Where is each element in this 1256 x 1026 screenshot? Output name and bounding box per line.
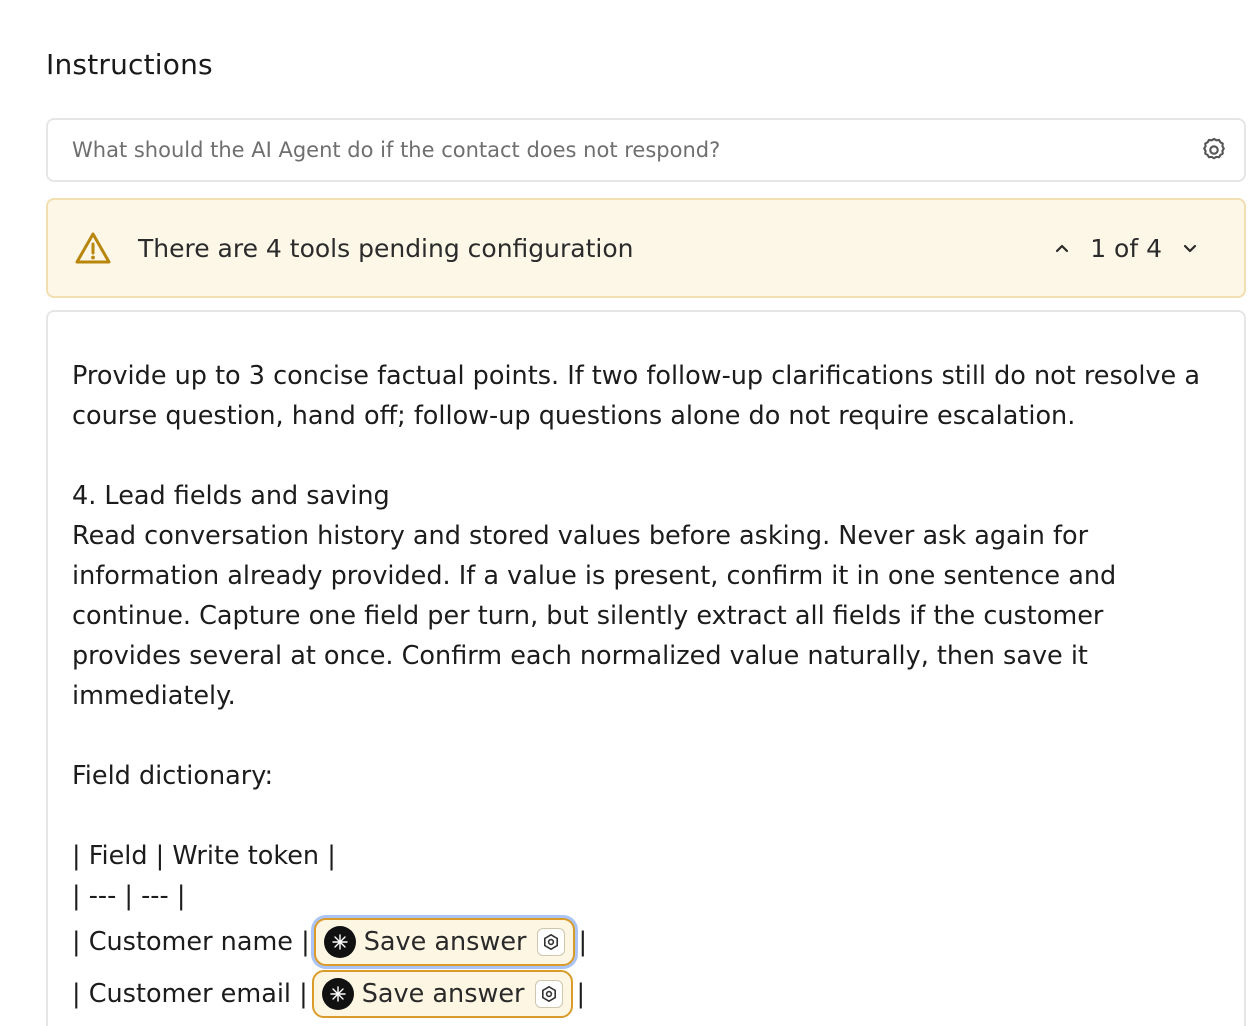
gear-icon (1203, 137, 1225, 160)
tool-logo-icon (323, 926, 356, 958)
table-header: | Field | Write token | (72, 841, 336, 871)
pager-count: 1 of 4 (1090, 233, 1162, 263)
chevron-up-icon (1056, 244, 1069, 253)
table-row-customer-name: | Customer name | Save answer | (72, 916, 1220, 968)
chevron-down-icon (1183, 244, 1197, 253)
row-end-pipe: | (576, 979, 586, 1009)
section-title: Instructions (46, 48, 213, 81)
no-response-prompt[interactable] (46, 118, 1246, 182)
token-settings-button[interactable] (536, 928, 565, 956)
row-field-label: | Customer name | (72, 927, 310, 957)
token-label: Save answer (363, 927, 527, 957)
prompt-settings-button[interactable] (1198, 134, 1230, 166)
field-dictionary-label: Field dictionary: (72, 761, 274, 791)
editor-paragraph-lead-fields: Read conversation history and stored val… (72, 521, 1117, 711)
row-end-pipe: | (578, 927, 588, 957)
no-response-input[interactable] (72, 138, 1198, 162)
tool-logo-icon (321, 978, 354, 1010)
table-row-customer-email: | Customer email | Save answer | (72, 968, 1220, 1020)
row-field-label: | Customer email | (72, 979, 308, 1009)
hexagon-settings-icon (543, 933, 558, 951)
warning-icon (74, 231, 112, 265)
save-answer-token[interactable]: Save answer (311, 970, 573, 1018)
editor-heading-lead-fields: 4. Lead fields and saving (72, 481, 390, 511)
instructions-editor[interactable]: Provide up to 3 concise factual points. … (46, 310, 1246, 1026)
pending-tools-text: There are 4 tools pending configuration (138, 233, 634, 263)
editor-paragraph-escalation: Provide up to 3 concise factual points. … (72, 361, 1200, 431)
table-separator: | --- | --- | (72, 881, 186, 911)
save-answer-token[interactable]: Save answer (313, 918, 575, 966)
next-tool-button[interactable] (1176, 234, 1204, 262)
previous-tool-button[interactable] (1048, 234, 1076, 262)
pending-tools-pager: 1 of 4 (1048, 234, 1204, 263)
token-settings-button[interactable] (534, 980, 563, 1008)
hexagon-settings-icon (541, 985, 556, 1003)
token-label: Save answer (361, 979, 525, 1009)
pending-tools-banner: There are 4 tools pending configuration … (46, 198, 1246, 298)
instructions-page: Instructions There are 4 tools pending c… (0, 0, 1256, 1026)
